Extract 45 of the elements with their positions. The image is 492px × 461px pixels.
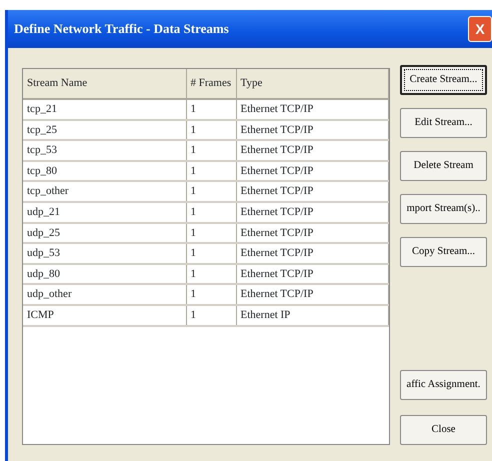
table-cell: 1 (186, 181, 236, 202)
table-cell: tcp_80 (23, 160, 186, 182)
dialog-button[interactable]: Edit Stream... (400, 108, 487, 138)
table-cell: 1 (186, 304, 236, 326)
table-cell: 1 (186, 264, 236, 284)
table-cell: Ethernet IP (236, 304, 388, 326)
dialog-button[interactable]: mport Stream(s).. (400, 194, 487, 224)
table-cell: udp_other (23, 284, 186, 305)
table-cell: udp_53 (23, 243, 186, 264)
table-cell: Ethernet TCP/IP (236, 160, 388, 182)
table-cell: 1 (186, 120, 236, 140)
dialog-button[interactable]: Copy Stream... (400, 237, 487, 267)
column-header[interactable]: Type (236, 69, 388, 99)
table-cell: 1 (186, 99, 236, 120)
column-header[interactable]: Stream Name (23, 69, 186, 99)
table-cell: Ethernet TCP/IP (236, 264, 388, 284)
dialog-button[interactable]: affic Assignment. (400, 370, 487, 400)
table-cell: tcp_25 (23, 120, 186, 140)
window-close-button[interactable]: X (468, 16, 492, 42)
table-cell: 1 (186, 284, 236, 305)
table-cell: ICMP (23, 304, 186, 326)
table-cell: Ethernet TCP/IP (236, 243, 388, 264)
dialog-button[interactable]: Close (400, 415, 487, 445)
table-cell: tcp_53 (23, 140, 186, 161)
table-cell: 1 (186, 160, 236, 182)
table-cell: tcp_other (23, 181, 186, 202)
table-cell: tcp_21 (23, 99, 186, 120)
table-cell: 1 (186, 243, 236, 264)
table-cell: 1 (186, 222, 236, 244)
table-cell: 1 (186, 202, 236, 223)
column-header[interactable]: # Frames (186, 69, 236, 99)
table-cell: udp_80 (23, 264, 186, 284)
table-cell: Ethernet TCP/IP (236, 140, 388, 161)
window-title: Define Network Traffic - Data Streams (14, 20, 229, 38)
table-cell: Ethernet TCP/IP (236, 202, 388, 223)
dialog-button[interactable]: Create Stream... (400, 65, 487, 95)
table-cell: Ethernet TCP/IP (236, 181, 388, 202)
table-cell: Ethernet TCP/IP (236, 222, 388, 244)
table-cell: Ethernet TCP/IP (236, 99, 388, 120)
table-cell: udp_21 (23, 202, 186, 223)
table-cell: 1 (186, 140, 236, 161)
dialog-button[interactable]: Delete Stream (400, 151, 487, 181)
table-cell: Ethernet TCP/IP (236, 120, 388, 140)
table-cell: udp_25 (23, 222, 186, 244)
table-cell: Ethernet TCP/IP (236, 284, 388, 305)
